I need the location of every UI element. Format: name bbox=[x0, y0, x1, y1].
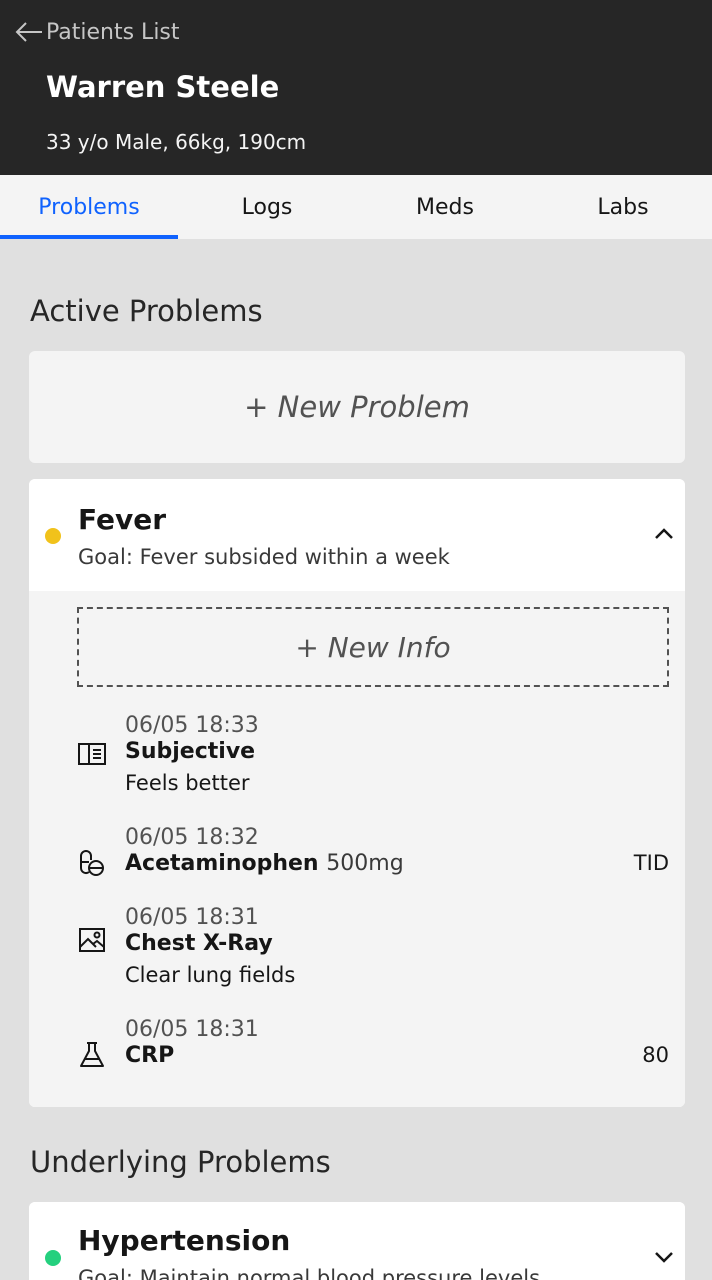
entry-detail: Feels better bbox=[125, 771, 250, 795]
notes-icon bbox=[78, 743, 106, 765]
problem-card-header[interactable]: Fever Goal: Fever subsided within a week bbox=[29, 479, 685, 591]
entry-title: Acetaminophen 500mg bbox=[125, 851, 404, 876]
medication-name: Acetaminophen bbox=[125, 851, 319, 876]
problem-card-header[interactable]: Hypertension Goal: Maintain normal blood… bbox=[29, 1202, 685, 1280]
problem-card-body: + New Info 06/05 18:33 Subjective Feels … bbox=[29, 591, 685, 1107]
flask-icon bbox=[80, 1042, 104, 1067]
problem-card-fever: Fever Goal: Fever subsided within a week… bbox=[29, 479, 685, 1107]
entry-title: CRP bbox=[125, 1043, 175, 1068]
tab-bar: Problems Logs Meds Labs bbox=[0, 175, 712, 239]
entry-time: 06/05 18:32 bbox=[125, 825, 259, 850]
problem-card-hypertension: Hypertension Goal: Maintain normal blood… bbox=[29, 1202, 685, 1280]
patient-info: 33 y/o Male, 66kg, 190cm bbox=[46, 130, 307, 154]
pill-icon bbox=[80, 850, 104, 876]
list-item[interactable]: 06/05 18:31 Chest X-Ray Clear lung field… bbox=[29, 905, 685, 995]
medication-frequency: TID bbox=[633, 851, 669, 875]
problem-goal: Goal: Maintain normal blood pressure lev… bbox=[78, 1266, 541, 1280]
underlying-problems-heading: Underlying Problems bbox=[30, 1145, 331, 1179]
problem-name: Fever bbox=[78, 503, 167, 536]
entry-title: Chest X-Ray bbox=[125, 931, 273, 956]
arrow-left-icon bbox=[15, 22, 42, 42]
chevron-up-icon[interactable] bbox=[653, 523, 675, 545]
list-item[interactable]: 06/05 18:32 Acetaminophen 500mg TID bbox=[29, 825, 685, 885]
entry-time: 06/05 18:31 bbox=[125, 905, 259, 930]
patient-header: Patients List Warren Steele 33 y/o Male,… bbox=[0, 0, 712, 175]
active-problems-heading: Active Problems bbox=[30, 294, 263, 328]
patient-name: Warren Steele bbox=[46, 70, 280, 104]
entry-detail: Clear lung fields bbox=[125, 963, 296, 987]
entry-time: 06/05 18:33 bbox=[125, 713, 259, 738]
problem-name: Hypertension bbox=[78, 1224, 291, 1257]
tab-problems[interactable]: Problems bbox=[0, 175, 178, 239]
problem-goal: Goal: Fever subsided within a week bbox=[78, 545, 450, 569]
back-label: Patients List bbox=[46, 19, 180, 45]
entry-time: 06/05 18:31 bbox=[125, 1017, 259, 1042]
new-problem-button[interactable]: + New Problem bbox=[29, 351, 685, 463]
entry-title: Subjective bbox=[125, 739, 256, 764]
tab-meds[interactable]: Meds bbox=[356, 175, 534, 239]
tab-labs[interactable]: Labs bbox=[534, 175, 712, 239]
new-info-button[interactable]: + New Info bbox=[77, 607, 669, 687]
image-icon bbox=[79, 928, 105, 952]
list-item[interactable]: 06/05 18:31 CRP 80 bbox=[29, 1017, 685, 1077]
status-dot bbox=[45, 528, 61, 544]
back-button[interactable]: Patients List bbox=[14, 18, 180, 46]
medication-dose: 500mg bbox=[326, 851, 404, 876]
list-item[interactable]: 06/05 18:33 Subjective Feels better bbox=[29, 713, 685, 803]
lab-value: 80 bbox=[642, 1043, 669, 1067]
chevron-down-icon[interactable] bbox=[653, 1246, 675, 1268]
tab-logs[interactable]: Logs bbox=[178, 175, 356, 239]
status-dot bbox=[45, 1250, 61, 1266]
